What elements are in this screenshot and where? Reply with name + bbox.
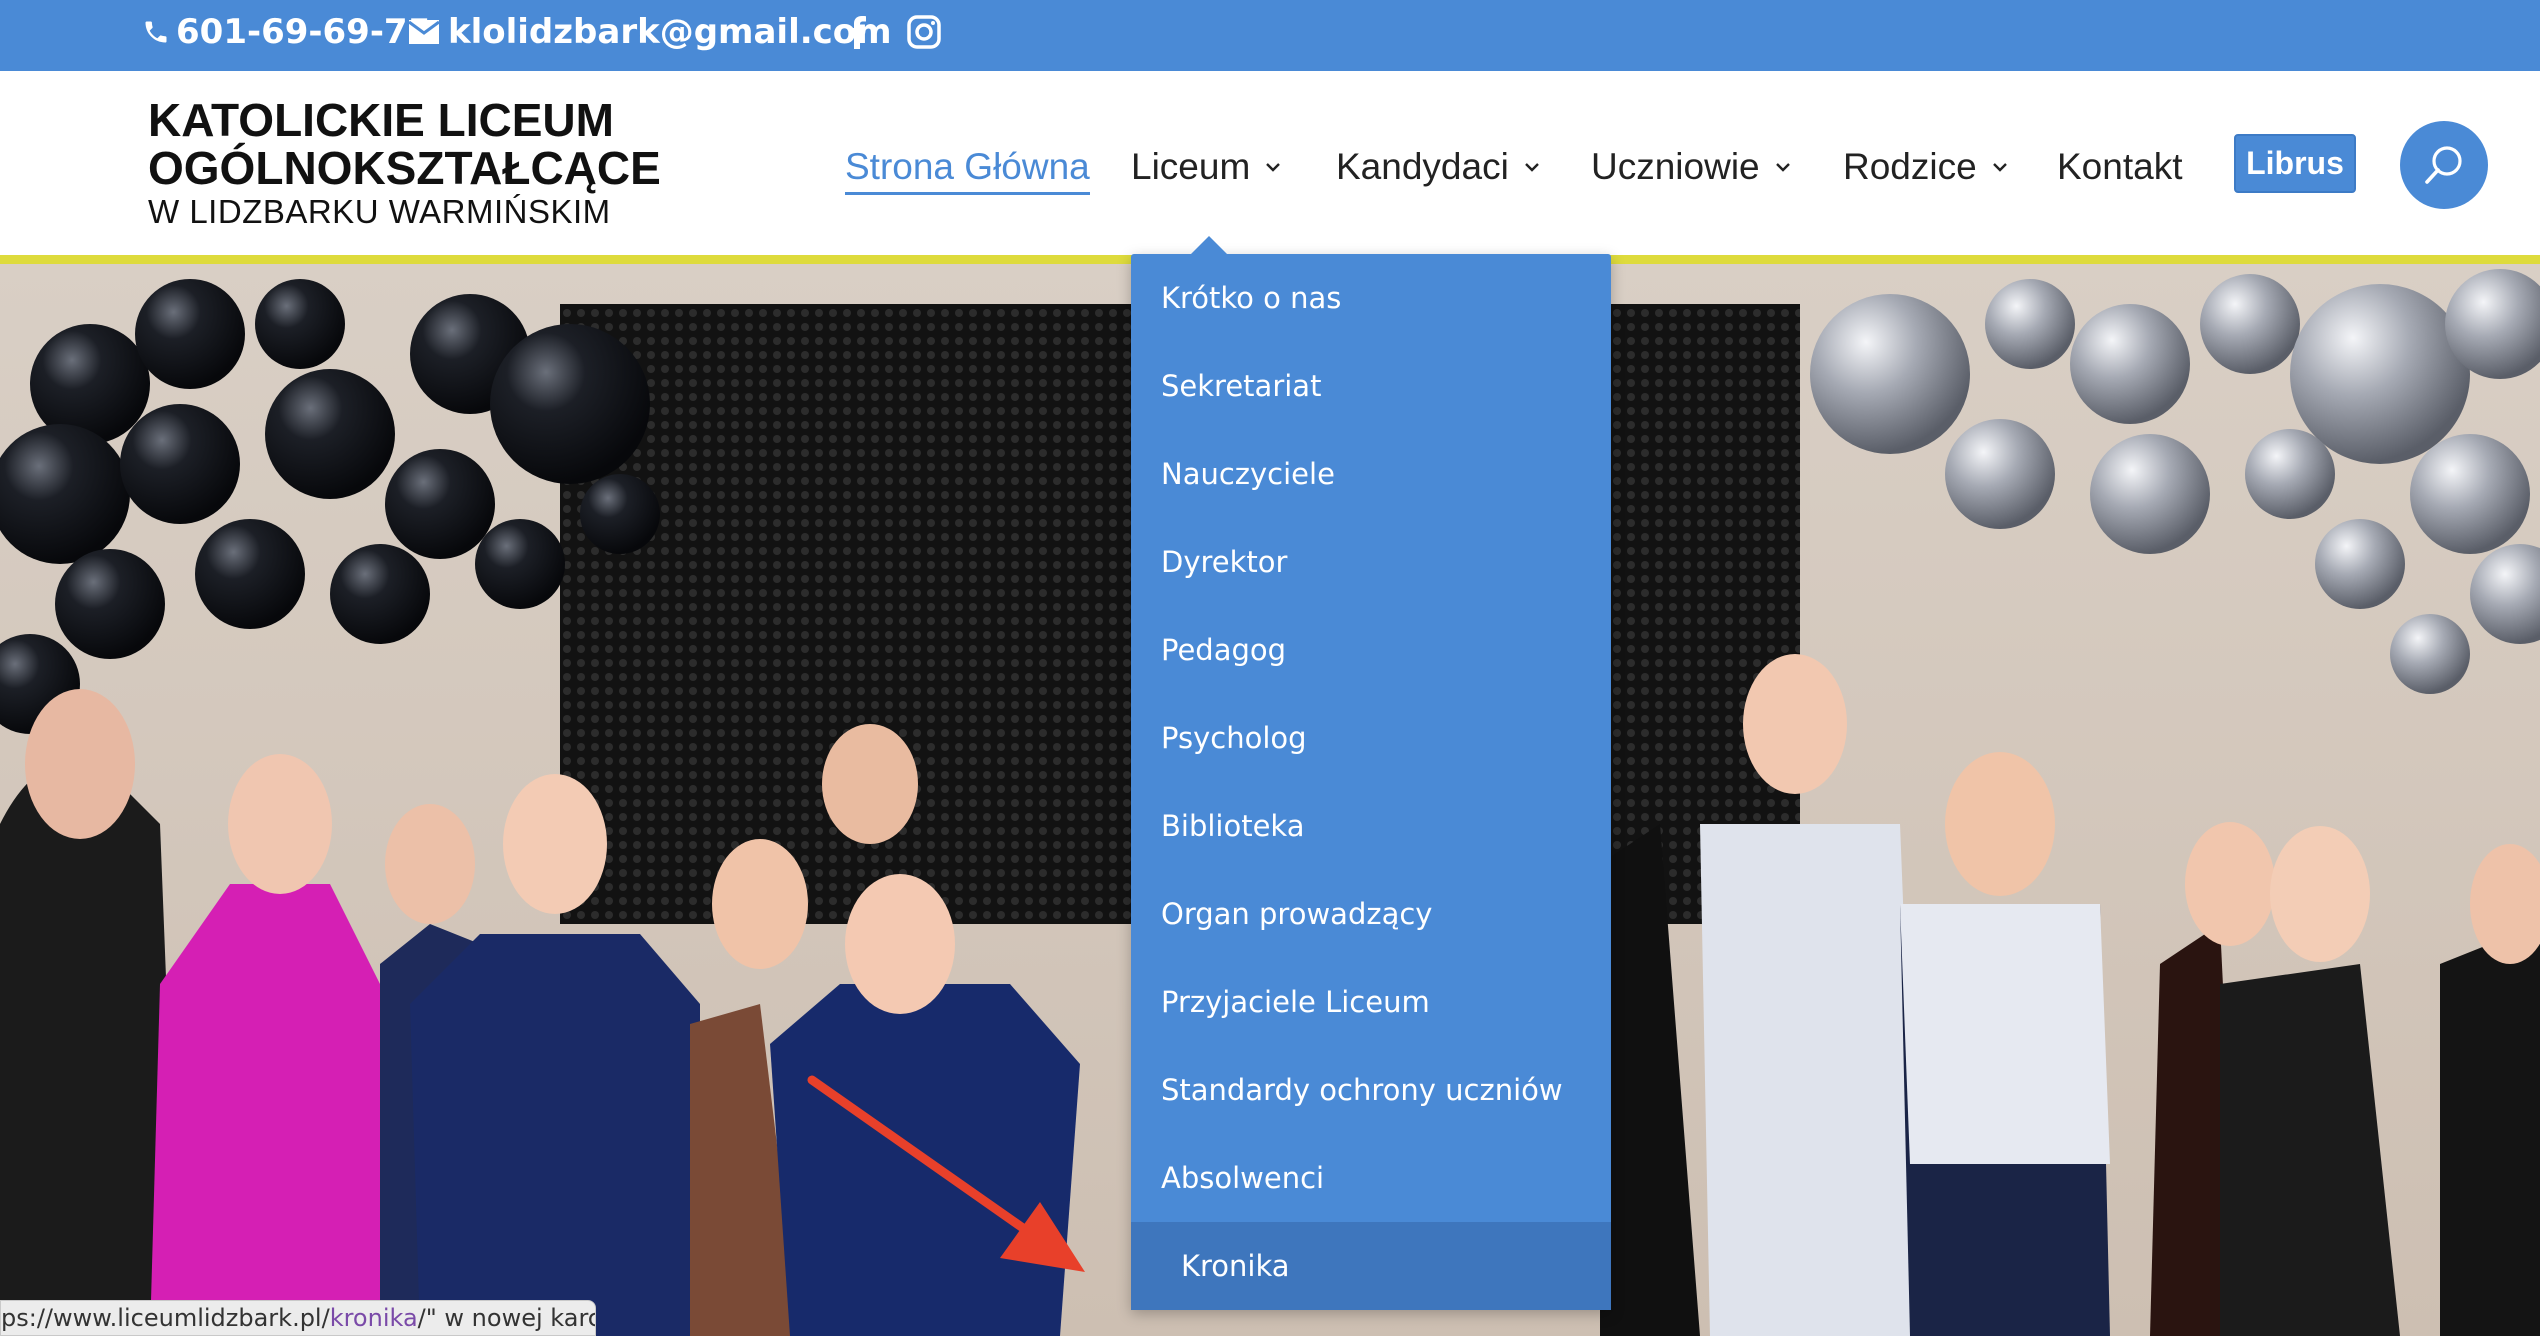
librus-button[interactable]: Librus [2234, 134, 2356, 193]
dropdown-item-label: Dyrektor [1161, 545, 1288, 579]
dropdown-item-label: Krótko o nas [1161, 281, 1342, 315]
facebook-link[interactable] [847, 0, 867, 64]
dropdown-item-pedagog[interactable]: Pedagog [1131, 606, 1611, 694]
dropdown-item-label: Nauczyciele [1161, 457, 1335, 491]
nav-item-kandydaci[interactable]: Kandydaci [1336, 141, 1541, 193]
nav-label: Kontakt [2057, 146, 2183, 187]
nav-label: Strona Główna [845, 146, 1090, 187]
main-navigation: Strona Główna Liceum Kandydaci Uczniowie… [0, 71, 2540, 255]
site-header: KATOLICKIE LICEUM OGÓLNOKSZTAŁCĄCE W LID… [0, 71, 2540, 255]
chevron-down-icon [1524, 163, 1539, 172]
nav-item-strona-glowna[interactable]: Strona Główna [845, 141, 1090, 195]
dropdown-item-label: Przyjaciele Liceum [1161, 985, 1430, 1019]
nav-label: Kandydaci [1336, 146, 1509, 187]
instagram-icon [907, 15, 941, 49]
dropdown-item-krotko-o-nas[interactable]: Krótko o nas [1131, 254, 1611, 342]
email-link[interactable]: klolidzbark@gmail.com [408, 0, 892, 64]
search-button[interactable] [2400, 121, 2488, 209]
phone-link[interactable]: 601-69-69-75 [142, 0, 431, 64]
dropdown-item-label: Pedagog [1161, 633, 1287, 667]
status-url-highlight: kronika [329, 1304, 418, 1332]
dropdown-item-biblioteka[interactable]: Biblioteka [1131, 782, 1611, 870]
dropdown-item-label: Kronika [1181, 1249, 1290, 1283]
dropdown-item-psycholog[interactable]: Psycholog [1131, 694, 1611, 782]
dropdown-item-absolwenci[interactable]: Absolwenci [1131, 1134, 1611, 1222]
dropdown-item-standardy-ochrony[interactable]: Standardy ochrony uczniów [1131, 1046, 1611, 1134]
nav-label: Rodzice [1843, 146, 1977, 187]
facebook-icon [847, 15, 867, 49]
chevron-down-icon [1992, 163, 2007, 172]
dropdown-item-organ-prowadzacy[interactable]: Organ prowadzący [1131, 870, 1611, 958]
instagram-link[interactable] [907, 0, 941, 64]
nav-item-uczniowie[interactable]: Uczniowie [1591, 141, 1792, 193]
dropdown-item-label: Organ prowadzący [1161, 897, 1433, 931]
email-address: klolidzbark@gmail.com [448, 12, 892, 52]
chevron-down-icon [1775, 163, 1790, 172]
phone-number: 601-69-69-75 [176, 12, 432, 52]
liceum-dropdown-menu: Krótko o nas Sekretariat Nauczyciele Dyr… [1131, 236, 1611, 1310]
search-icon [2425, 146, 2462, 184]
dropdown-item-kronika[interactable]: Kronika [1131, 1222, 1611, 1310]
dropdown-item-przyjaciele-liceum[interactable]: Przyjaciele Liceum [1131, 958, 1611, 1046]
nav-item-liceum[interactable]: Liceum [1131, 141, 1282, 193]
nav-label: Liceum [1131, 146, 1251, 187]
status-url-prefix: ps://www.liceumlidzbark.pl/ [1, 1304, 330, 1332]
status-url-suffix: /" w nowej karcie [417, 1304, 595, 1332]
phone-icon [142, 17, 170, 47]
dropdown-item-label: Standardy ochrony uczniów [1161, 1073, 1563, 1107]
dropdown-item-label: Psycholog [1161, 721, 1307, 755]
dropdown-item-label: Biblioteka [1161, 809, 1305, 843]
dropdown-item-label: Absolwenci [1161, 1161, 1325, 1195]
dropdown-item-nauczyciele[interactable]: Nauczyciele [1131, 430, 1611, 518]
dropdown-item-dyrektor[interactable]: Dyrektor [1131, 518, 1611, 606]
dropdown-item-label: Sekretariat [1161, 369, 1322, 403]
envelope-icon [408, 19, 440, 45]
chevron-down-icon [1266, 163, 1281, 172]
browser-status-bar: ps://www.liceumlidzbark.pl/kronika/" w n… [0, 1300, 596, 1336]
active-underline [845, 192, 1090, 195]
top-contact-bar: 601-69-69-75 klolidzbark@gmail.com [0, 0, 2540, 71]
nav-item-kontakt[interactable]: Kontakt [2057, 141, 2182, 193]
nav-item-rodzice[interactable]: Rodzice [1843, 141, 2009, 193]
nav-label: Uczniowie [1591, 146, 1760, 187]
dropdown-item-sekretariat[interactable]: Sekretariat [1131, 342, 1611, 430]
dropdown-caret [1191, 236, 1227, 254]
